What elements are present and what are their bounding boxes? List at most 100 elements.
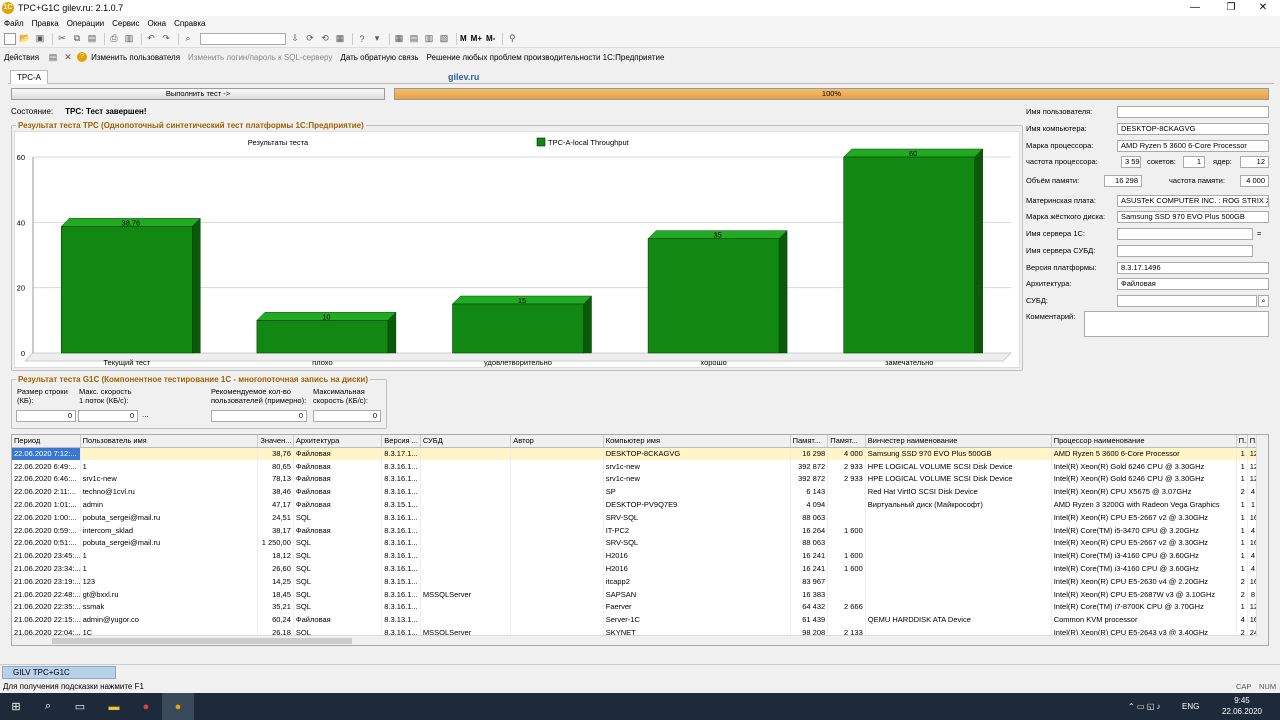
menu-windows[interactable]: Окна — [148, 19, 167, 28]
platform-field[interactable]: 8.3.17.1496 — [1117, 262, 1269, 274]
chart-icon[interactable]: ▧ — [438, 33, 450, 45]
column-header[interactable]: Автор — [510, 435, 604, 448]
feedback-link[interactable]: Дать обратную связь — [340, 53, 418, 62]
memory-button[interactable]: М — [460, 34, 467, 43]
maximize-button[interactable]: ❐ — [1214, 0, 1248, 16]
find-next-icon[interactable]: ⇩ — [289, 33, 301, 45]
cut-icon[interactable]: ✂ — [56, 33, 68, 45]
refresh-icon[interactable]: ⟳ — [304, 33, 316, 45]
column-header[interactable]: Памят... — [790, 435, 829, 448]
table-row[interactable]: 21.06.2020 23:19:... 123 14,25 SQL 8.3.15.1.… — [12, 574, 1259, 588]
calendar-icon[interactable]: ▦ — [393, 33, 405, 45]
table-icon[interactable]: ▥ — [423, 33, 435, 45]
close-button[interactable]: ✕ — [1246, 0, 1280, 16]
search-icon[interactable]: ⌕ — [182, 33, 194, 45]
memory-plus-button[interactable]: М+ — [471, 34, 482, 43]
table-row[interactable]: 22.06.2020 0:59:... intercom_sklad 38,17 Фа… — [12, 523, 1259, 537]
minimize-button[interactable]: — — [1178, 0, 1212, 16]
max-speed2-field[interactable]: 0 — [313, 410, 381, 422]
mb-field[interactable]: ASUSTeK COMPUTER INC. : ROG STRIX X5 — [1117, 195, 1269, 207]
column-header[interactable]: Процессор наименование — [1051, 435, 1237, 448]
dropdown-icon[interactable]: ▾ — [371, 33, 383, 45]
rec-users-field[interactable]: 0 — [211, 410, 307, 422]
column-header[interactable]: П... — [1236, 435, 1248, 448]
column-header[interactable]: Версия ... — [381, 435, 421, 448]
explorer-icon[interactable]: ▬ — [98, 693, 130, 720]
arch-field[interactable]: Файловая — [1117, 278, 1269, 290]
table-row[interactable]: 22.06.2020 6:49:... 1 80,65 Файловая 8.3.16.… — [12, 459, 1259, 473]
change-user-link[interactable]: Изменить пользователя — [91, 53, 180, 62]
tab-tpc-a[interactable]: TPC-A — [10, 70, 48, 84]
table-row[interactable]: 22.06.2020 7:12:... 38,76 Файловая 8.3.17.1… — [12, 447, 1259, 460]
app-1c-icon[interactable]: ● — [162, 693, 194, 720]
menu-operations[interactable]: Операции — [67, 19, 104, 28]
column-header[interactable]: Компьютер имя — [603, 435, 791, 448]
calculator-icon[interactable]: ▤ — [408, 33, 420, 45]
table-row[interactable]: 22.06.2020 1:01:... admin 47,17 Файловая 8.3… — [12, 498, 1259, 511]
search-icon[interactable]: ⌕ — [32, 693, 64, 720]
table-row[interactable]: 22.06.2020 6:46:... srv1c-new 78,13 Файлова… — [12, 472, 1259, 486]
scroll-thumb[interactable] — [52, 638, 352, 644]
column-header[interactable]: Архитектура — [293, 435, 383, 448]
comment-field[interactable] — [1084, 311, 1269, 337]
edit-icon[interactable]: ▤ — [47, 51, 59, 63]
freq-field[interactable]: 3 593 — [1121, 156, 1141, 168]
table-row[interactable]: 21.06.2020 23:45:... 1 18,12 SQL 8.3.16.1...… — [12, 549, 1259, 563]
sockets-field[interactable]: 1 — [1183, 156, 1205, 168]
task-view-icon[interactable]: ▭ — [64, 693, 96, 720]
memfreq-field[interactable]: 4 000 — [1240, 175, 1269, 187]
window-tab[interactable]: GILV TPC+G1C — [2, 666, 116, 679]
windows-start-icon[interactable]: ⊞ — [0, 693, 32, 720]
disk-field[interactable]: Samsung SSD 970 EVO Plus 500GB — [1117, 211, 1269, 223]
chrome-icon[interactable]: ● — [130, 693, 162, 720]
paste-icon[interactable]: ▤ — [86, 33, 98, 45]
menu-file[interactable]: Файл — [4, 19, 24, 28]
max-speed-field[interactable]: 0 — [78, 410, 138, 422]
delete-icon[interactable]: ✕ — [62, 51, 74, 63]
filter-icon[interactable]: ▦ — [334, 33, 346, 45]
undo-icon[interactable]: ↶ — [145, 33, 157, 45]
server1c-field[interactable] — [1117, 228, 1253, 240]
pin-icon[interactable]: ⚲ — [506, 33, 518, 45]
computer-field[interactable]: DESKTOP-8CKAGVG — [1117, 123, 1269, 135]
table-row[interactable]: 22.06.2020 0:51:... pobuta_sergei@mail.ru… — [12, 536, 1259, 550]
redo-icon[interactable]: ↷ — [160, 33, 172, 45]
column-header[interactable]: Период — [12, 435, 81, 448]
cores-field[interactable]: 12 — [1240, 156, 1269, 168]
menu-service[interactable]: Сервис — [112, 19, 139, 28]
print-icon[interactable]: ⎙ — [108, 33, 120, 45]
menu-edit[interactable]: Правка — [32, 19, 59, 28]
mem-field[interactable]: 16 298 — [1104, 175, 1142, 187]
language-indicator[interactable]: ENG — [1182, 693, 1199, 720]
actions-menu[interactable]: Действия — [4, 53, 39, 62]
dbserver-field[interactable] — [1117, 245, 1253, 257]
sync-icon[interactable]: ⟲ — [319, 33, 331, 45]
dbms-field[interactable] — [1117, 295, 1257, 307]
column-header[interactable]: СУБД — [420, 435, 512, 448]
clock[interactable]: 9:45 22.06.2020 — [1222, 695, 1262, 717]
user-field[interactable] — [1117, 106, 1269, 118]
solve-problems-link[interactable]: Решение любых проблем производительности… — [427, 53, 665, 62]
save-icon[interactable]: ▣ — [34, 33, 46, 45]
open-icon[interactable]: 📂 — [19, 33, 31, 45]
new-icon[interactable] — [4, 32, 16, 45]
menu-help[interactable]: Справка — [174, 19, 205, 28]
table-row[interactable]: 21.06.2020 22:35:... ssmak 35,21 SQL 8.3.16.… — [12, 600, 1259, 614]
row-size-field[interactable]: 0 — [16, 410, 76, 422]
grid-horizontal-scrollbar[interactable] — [12, 635, 1258, 645]
memory-minus-button[interactable]: М- — [486, 34, 495, 43]
table-row[interactable]: 22.06.2020 2:11:... techno@1cvl.ru 38,46 Фа… — [12, 485, 1259, 499]
table-row[interactable]: 21.06.2020 22:48:... gt@bxxl.ru 18,45 SQL 8.… — [12, 587, 1259, 601]
table-row[interactable]: 22.06.2020 1:00:... pobuta_sergei@mail.ru… — [12, 510, 1259, 524]
cpu-field[interactable]: AMD Ryzen 5 3600 6-Core Processor — [1117, 140, 1269, 152]
search-icon[interactable]: ⌕ — [1258, 295, 1269, 307]
table-row[interactable]: 21.06.2020 23:34:... 1 26,60 SQL 8.3.16.1...… — [12, 562, 1259, 575]
search-combo[interactable] — [200, 32, 286, 45]
column-header[interactable]: Памят... — [827, 435, 866, 448]
column-header[interactable]: Винчестер наименование — [865, 435, 1052, 448]
preview-icon[interactable]: ▥ — [123, 33, 135, 45]
column-header[interactable]: Пользователь имя — [80, 435, 259, 448]
grid-vertical-scrollbar[interactable] — [1256, 435, 1268, 645]
change-login-link[interactable]: Изменить логин/пароль к SQL-серверу — [188, 53, 332, 62]
table-row[interactable]: 21.06.2020 22:15:... admin@yugor.co 60,24 Ф… — [12, 613, 1259, 627]
